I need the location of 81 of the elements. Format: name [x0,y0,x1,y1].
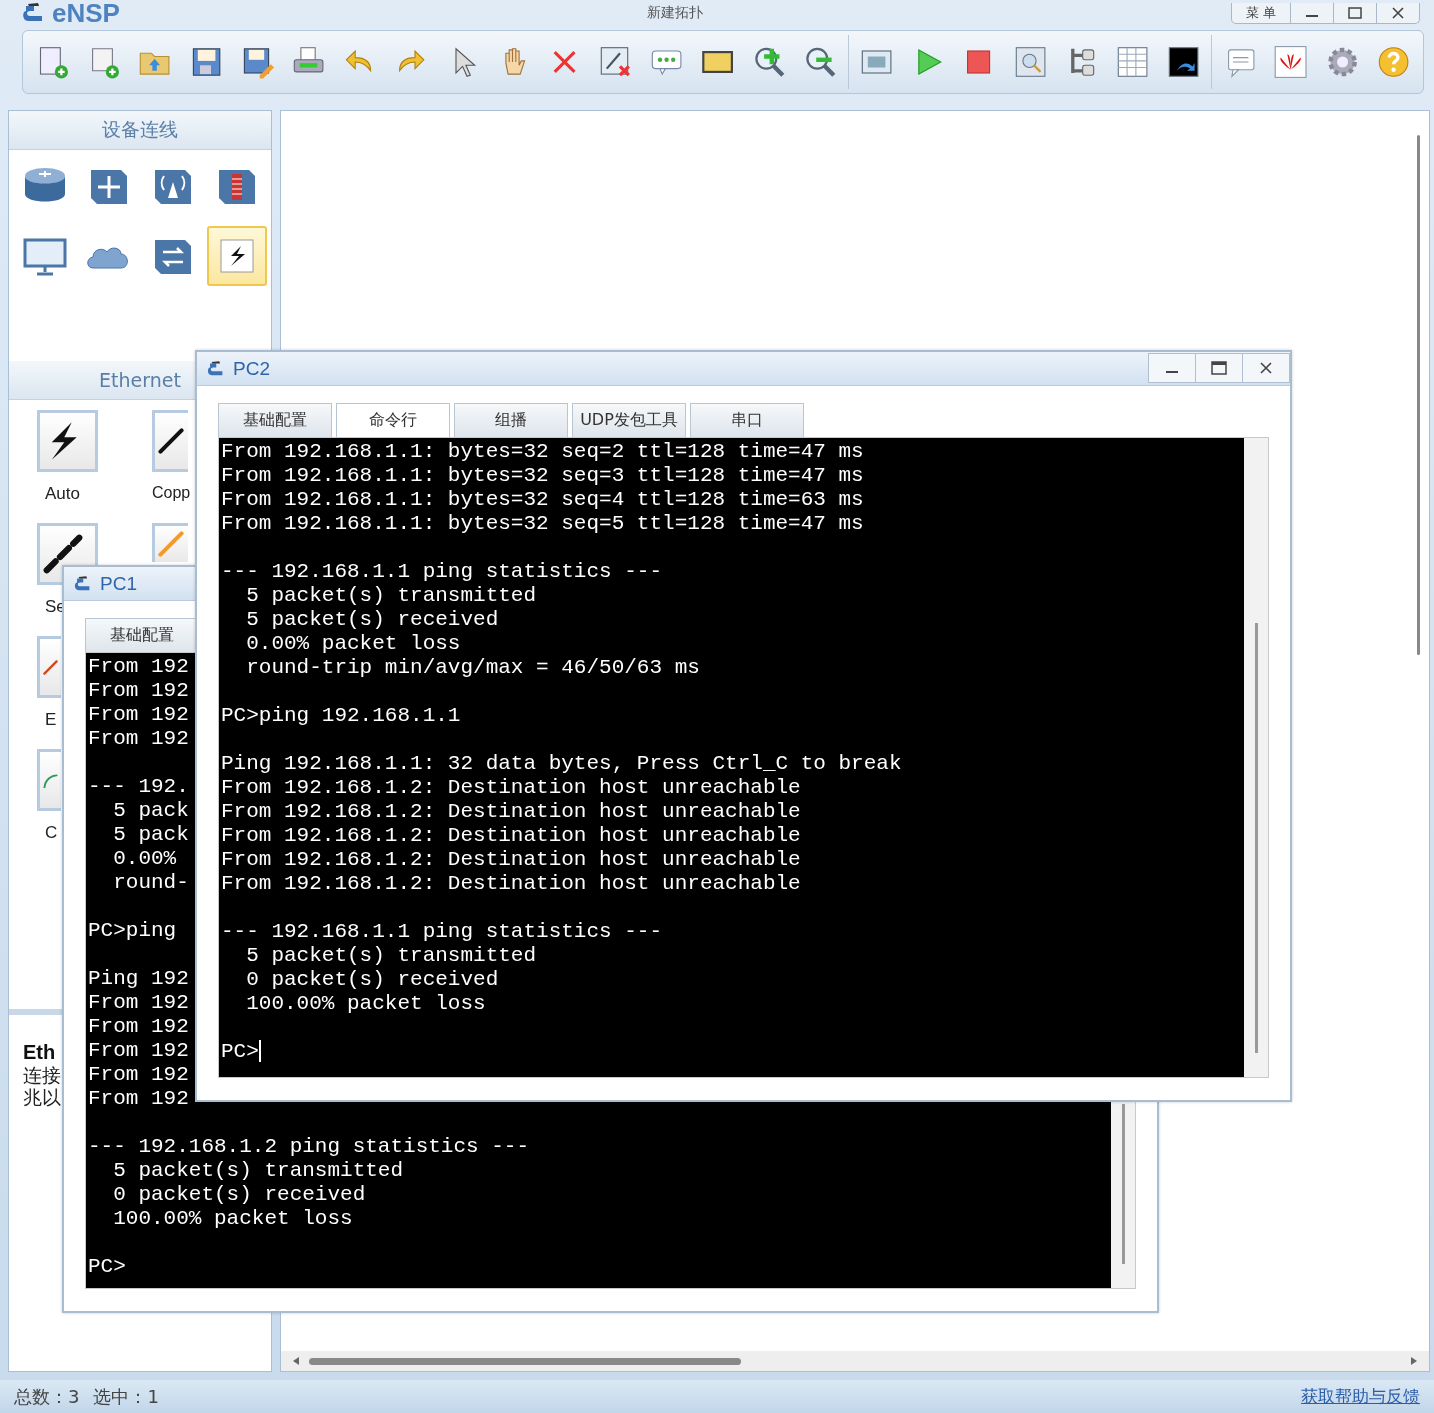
terminal-icon[interactable] [1166,44,1202,80]
cable-label: Auto [44,484,80,504]
terminal-line: From 192.168.1.2: Destination host unreachable [221,848,801,872]
terminal-line: From 192 [88,655,189,679]
terminal-line: From 192.168.1.1: bytes=32 seq=2 ttl=128 time=47 ms [221,440,864,464]
terminal-line: 0.00% [112,847,177,871]
terminal-line: --- 192.168.1.1 ping statistics --- [221,560,663,584]
terminal-line: PC>ping [88,919,177,943]
terminal-line: From 192 [88,1015,189,1039]
info-text: 兆以 [23,1086,61,1108]
terminal-line: 100.00% packet loss [112,1207,353,1231]
cable-label: C [44,823,58,843]
status-count: 总数：3 [14,1384,80,1409]
terminal-line: PC>ping 192.168.1.1 [221,704,461,728]
cable-button[interactable] [37,410,98,472]
terminal-line: 5 packet(s) received [245,608,499,632]
cable-button[interactable] [152,410,188,472]
cable-label: E [44,710,57,730]
terminal-line: 0.00% packet loss [245,632,461,656]
terminal-line: --- 192.168.1.2 ping statistics --- [88,1135,530,1159]
terminal-line: PC> [88,1255,126,1279]
scrollbar-thumb[interactable] [1254,623,1258,1053]
straight-line-icon [158,531,184,557]
scroll-left-icon[interactable] [291,1356,301,1366]
tab[interactable]: 组播 [454,403,568,437]
terminal-line: round- [112,871,189,895]
window-title: PC1 [100,572,137,595]
terminal-line: From 192.168.1.2: Destination host unreachable [221,800,801,824]
status-selection: 选中：1 [93,1384,159,1409]
terminal-line: From 192 [88,703,189,727]
terminal-line: 0 packet(s) received [112,1183,366,1207]
terminal-line: --- 192. [88,775,189,799]
terminal-line: 5 pack [112,823,189,847]
curved-line-icon [43,772,58,788]
scroll-right-icon[interactable] [1409,1356,1419,1366]
tab[interactable]: 命令行 [336,403,450,437]
scrollbar-thumb[interactable] [309,1357,741,1365]
terminal-line: From 192 [88,727,189,751]
window-title: 新建拓扑 [646,4,705,22]
tab[interactable]: 基础配置 [218,403,332,437]
terminal-screen[interactable] [219,438,1244,1077]
terminal-line: 0 packet(s) received [245,968,499,992]
straight-line-icon [43,659,58,675]
tab[interactable]: UDP发包工具 [572,403,686,437]
terminal-line: From 192.168.1.2: Destination host unreachable [221,776,801,800]
dashed-line-icon [43,534,83,574]
help-link[interactable]: 获取帮助与反馈 [1301,1385,1420,1408]
terminal-line: Ping 192 [88,967,189,991]
terminal-line: From 192.168.1.1: bytes=32 seq=5 ttl=128 time=47 ms [221,512,864,536]
terminal-line: 5 packet(s) transmitted [112,1159,404,1183]
tab[interactable]: 串口 [690,403,804,437]
panel-header: 设备连线 [9,111,271,150]
terminal-line: From 192.168.1.2: Destination host unreachable [221,824,801,848]
terminal-line: 100.00% packet loss [245,992,486,1016]
cable-label: Copp [152,484,191,502]
terminal-line: From 192 [88,679,189,703]
terminal-line: 5 pack [112,799,189,823]
petal-logo-icon[interactable] [1273,44,1309,80]
maximize-icon[interactable] [1211,361,1227,375]
terminal-line: From 192.168.1.2: Destination host unreachable [221,872,801,896]
terminal-line: PC> [221,1040,261,1064]
app-logo: eNSP [52,0,120,26]
terminal-line: 5 packet(s) transmitted [245,584,537,608]
scrollbar-thumb[interactable] [1121,1104,1125,1264]
terminal-line: From 192 [88,1039,189,1063]
terminal-line: Ping 192.168.1.1: 32 data bytes, Press Ctrl_C to break [221,752,902,776]
straight-line-icon [158,428,184,454]
terminal-line: --- 192.168.1.1 ping statistics --- [221,920,663,944]
terminal-line: From 192 [88,1063,189,1087]
terminal-line: From 192 [88,991,189,1015]
scrollbar-thumb[interactable] [1416,135,1420,655]
terminal-line: round-trip min/avg/max = 46/50/63 ms [245,656,700,680]
info-title: Eth [23,1041,56,1064]
terminal-line: 5 packet(s) transmitted [245,944,537,968]
close-icon[interactable] [1391,6,1405,19]
info-text: 连接 [23,1064,61,1086]
terminal-line: From 192.168.1.1: bytes=32 seq=4 ttl=128 time=63 ms [221,488,864,512]
terminal-line: From 192.168.1.1: bytes=32 seq=3 ttl=128 time=47 ms [221,464,864,488]
close-icon[interactable] [1260,362,1272,374]
maximize-icon[interactable] [1348,6,1362,19]
terminal-line: From 192 [88,1087,189,1111]
